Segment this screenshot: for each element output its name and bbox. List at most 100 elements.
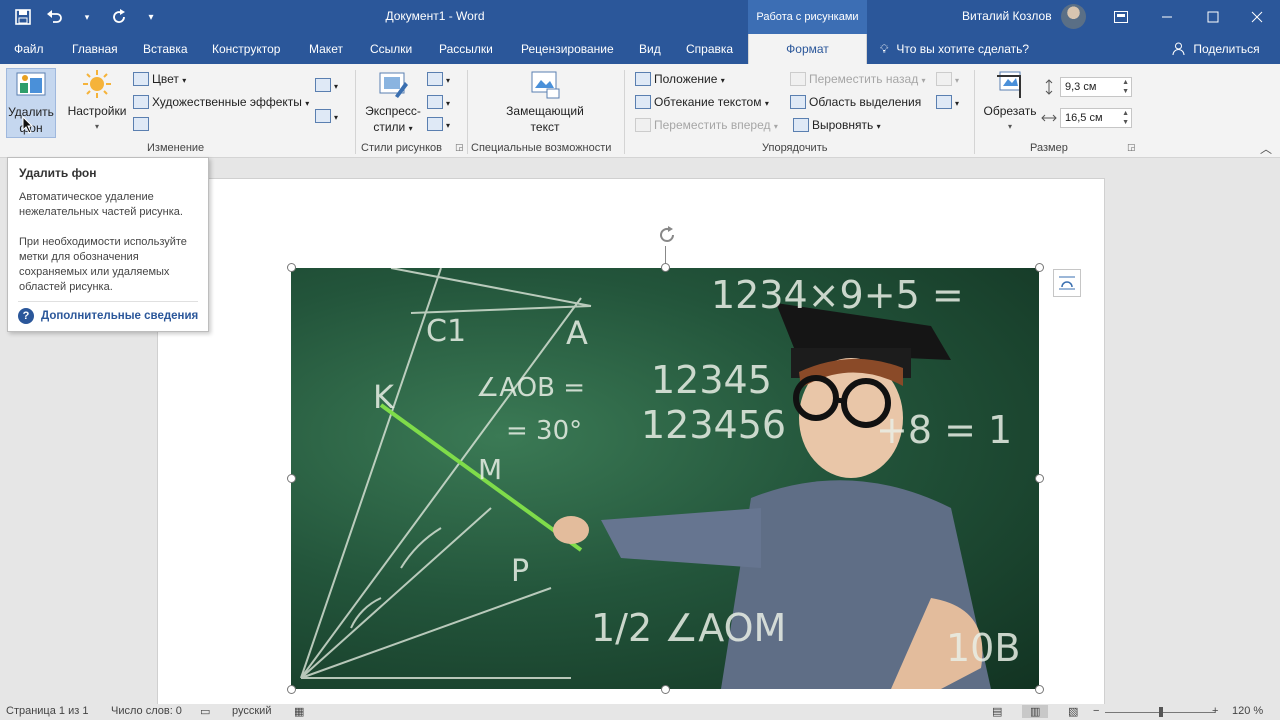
resize-handle-bottom[interactable]: [661, 685, 670, 694]
picture-effects-button[interactable]: ▾: [427, 95, 450, 109]
layout-icon: [427, 117, 443, 131]
quick-styles-button[interactable]: Экспресс- стили ▾: [360, 68, 426, 137]
zoom-out-icon[interactable]: −: [1093, 705, 1099, 717]
tab-review[interactable]: Рецензирование: [517, 34, 618, 64]
chalk-text: 123456: [641, 403, 787, 447]
alt-text-label-1: Замещающий: [506, 104, 584, 118]
group-objects-button[interactable]: ▾: [936, 72, 959, 86]
chalk-text: C1: [426, 314, 467, 349]
tab-home[interactable]: Главная: [68, 34, 122, 64]
chevron-down-icon: ▾: [94, 122, 99, 131]
resize-handle-right[interactable]: [1035, 474, 1044, 483]
spin-arrows-icon[interactable]: ▲ ▼: [1122, 109, 1129, 127]
height-field[interactable]: 9,3 см ▲ ▼: [1060, 77, 1132, 97]
remove-background-icon: [15, 69, 47, 101]
avatar[interactable]: [1061, 4, 1086, 29]
wrap-text-icon: [635, 95, 651, 109]
tooltip-divider: [18, 301, 198, 302]
width-field[interactable]: 16,5 см ▲ ▼: [1060, 108, 1132, 128]
user-name[interactable]: Виталий Козлов: [962, 9, 1052, 23]
width-value: 16,5 см: [1065, 112, 1103, 124]
spin-arrows-icon[interactable]: ▲ ▼: [1122, 78, 1129, 96]
tab-design[interactable]: Конструктор: [208, 34, 284, 64]
align-button[interactable]: Выровнять ▾: [793, 118, 881, 132]
tab-format[interactable]: Формат: [748, 34, 867, 64]
rotate-button[interactable]: ▾: [936, 95, 959, 109]
share-button[interactable]: Поделиться: [1172, 34, 1260, 64]
crop-button[interactable]: Обрезать ▾: [980, 68, 1040, 135]
chalk-text: M: [478, 453, 503, 486]
resize-handle-bottom-left[interactable]: [287, 685, 296, 694]
group-separator: [974, 70, 975, 154]
align-label: Выровнять: [812, 118, 874, 132]
minimize-icon[interactable]: [1144, 0, 1190, 34]
selected-picture[interactable]: C1 A K ∠AOB = = 30° M P 1234×9+5 = 12345…: [291, 268, 1039, 689]
tab-insert[interactable]: Вставка: [139, 34, 192, 64]
change-picture-button[interactable]: ▾: [315, 109, 338, 123]
transparency-button[interactable]: [133, 117, 152, 131]
context-group-label: Работа с рисунками: [748, 0, 867, 34]
group-label-styles: Стили рисунков: [361, 142, 442, 154]
resize-handle-left[interactable]: [287, 474, 296, 483]
picture-layout-button[interactable]: ▾: [427, 117, 450, 131]
tab-file[interactable]: Файл: [10, 34, 48, 64]
page-count[interactable]: Страница 1 из 1: [6, 705, 88, 717]
resize-handle-bottom-right[interactable]: [1035, 685, 1044, 694]
group-icon: [936, 72, 952, 86]
send-backward-label: Переместить назад: [809, 72, 919, 86]
status-bar: Страница 1 из 1 Число слов: 0 ▭ русский …: [0, 704, 1280, 720]
artistic-effects-icon: [133, 95, 149, 109]
artistic-effects-button[interactable]: Художественные эффекты ▾: [133, 95, 309, 109]
position-label: Положение: [654, 72, 718, 86]
zoom-level[interactable]: 120 %: [1232, 705, 1263, 717]
zoom-slider-thumb[interactable]: [1159, 707, 1163, 717]
tooltip-paragraph: Автоматическое удаление нежелательных ча…: [19, 191, 183, 218]
bring-forward-button[interactable]: Переместить вперед ▾: [635, 118, 778, 132]
tooltip-more-info-link[interactable]: ? Дополнительные сведения: [18, 308, 198, 324]
resize-handle-top-left[interactable]: [287, 263, 296, 272]
group-label-arrange: Упорядочить: [762, 142, 828, 154]
layout-options-button[interactable]: [1053, 269, 1081, 297]
color-button[interactable]: Цвет ▾: [133, 72, 186, 86]
word-count[interactable]: Число слов: 0: [111, 705, 182, 717]
compress-pictures-button[interactable]: ▾: [315, 78, 338, 92]
close-icon[interactable]: [1234, 0, 1280, 34]
print-layout-icon[interactable]: ▥: [1022, 705, 1049, 718]
selection-pane-button[interactable]: Область выделения: [790, 95, 921, 109]
width-icon: [1041, 110, 1057, 129]
tab-help[interactable]: Справка: [682, 34, 737, 64]
resize-handle-top[interactable]: [661, 263, 670, 272]
tell-me-box[interactable]: 💡︎ Что вы хотите сделать?: [880, 34, 1029, 64]
tab-references[interactable]: Ссылки: [366, 34, 416, 64]
maximize-icon[interactable]: [1190, 0, 1236, 34]
compress-icon: [315, 78, 331, 92]
rotate-handle-icon[interactable]: [656, 224, 678, 246]
group-separator: [355, 70, 356, 154]
mouse-cursor-icon: [22, 115, 34, 137]
group-separator: [467, 70, 468, 154]
language[interactable]: русский: [232, 705, 271, 717]
collapse-ribbon-icon[interactable]: ︿: [1260, 140, 1272, 157]
chalk-text: = 30°: [506, 416, 583, 446]
corrections-button[interactable]: Настройки ▾: [64, 68, 130, 135]
web-layout-icon[interactable]: ▧: [1068, 705, 1078, 718]
resize-handle-top-right[interactable]: [1035, 263, 1044, 272]
dialog-launcher-icon[interactable]: ◲: [455, 142, 464, 153]
position-button[interactable]: Положение ▾: [635, 72, 725, 86]
read-mode-icon[interactable]: ▤: [992, 705, 1002, 718]
tab-view[interactable]: Вид: [635, 34, 665, 64]
tab-layout[interactable]: Макет: [305, 34, 347, 64]
ribbon-display-icon[interactable]: [1098, 0, 1144, 34]
send-backward-button[interactable]: Переместить назад ▾: [790, 72, 926, 86]
alt-text-button[interactable]: Замещающий текст: [500, 68, 590, 135]
picture-border-button[interactable]: ▾: [427, 72, 450, 86]
macro-icon[interactable]: ▦: [294, 705, 304, 718]
proofing-icon[interactable]: ▭: [200, 705, 210, 718]
chalk-text: 12345: [651, 358, 772, 402]
zoom-in-icon[interactable]: +: [1212, 705, 1218, 717]
share-label: Поделиться: [1193, 42, 1260, 56]
dialog-launcher-icon[interactable]: ◲: [1127, 142, 1136, 153]
bring-forward-icon: [635, 118, 651, 132]
tab-mailings[interactable]: Рассылки: [435, 34, 497, 64]
wrap-text-button[interactable]: Обтекание текстом ▾: [635, 95, 769, 109]
